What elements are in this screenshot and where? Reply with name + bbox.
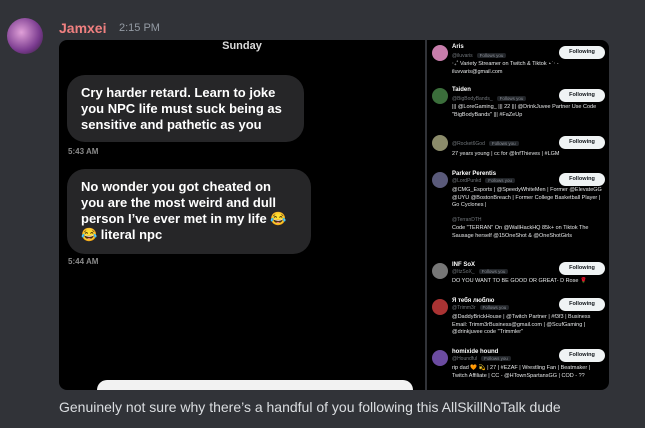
chat-bubble: Cry harder retard. Learn to joke you NPC…	[67, 75, 304, 142]
account-avatar	[432, 135, 448, 151]
account-name: Parker Perentis	[452, 171, 497, 177]
account-bio: ‧₊˚ Variety Streamer on Twitch & Tiktok …	[452, 61, 559, 75]
follows-you-badge: Follows you	[479, 305, 510, 310]
account-avatar	[432, 299, 448, 315]
message-text: Genuinely not sure why there’s a handful…	[59, 399, 561, 415]
following-account: Parker Perentis @LordPunkd Follows you Fo…	[427, 170, 609, 215]
following-button: Following	[559, 136, 605, 149]
following-account: @TerranDTH Code "TERRAN" On @WallHackHQ …	[427, 217, 609, 255]
follows-you-badge: Follows you	[496, 96, 527, 101]
account-avatar	[432, 350, 448, 366]
follows-you-badge: Follows you	[476, 53, 507, 58]
follows-you-badge: Follows you	[478, 269, 509, 274]
following-account: Я тебя люблю @Trimm3r Follows you Followi…	[427, 297, 609, 343]
account-handle: @BigBodyBands_ Follows you	[452, 96, 527, 102]
chat-screenshot-attachment[interactable]: Sunday Cry harder retard. Learn to joke …	[59, 40, 425, 390]
account-bio: Code "TERRAN" On @WallHackHQ 85k+ on Tik…	[452, 225, 589, 239]
following-button: Following	[559, 173, 605, 186]
message-timestamp: 2:15 PM	[119, 22, 160, 34]
account-handle: @LordPunkd Follows you	[452, 178, 516, 184]
account-handle: @Rocket6God Follows you	[452, 141, 519, 147]
account-name: Я тебя люблю	[452, 298, 495, 304]
account-bio: @DaddyBrickHouse | @Twitch Partner | #f3…	[452, 314, 591, 335]
account-handle: @TerranDTH	[452, 217, 482, 223]
chat-input-bar	[97, 380, 413, 390]
following-account: INF SoX @ItzSoX_ Follows you Following DO…	[427, 261, 609, 291]
user-avatar[interactable]	[7, 18, 43, 54]
chat-bubble-time: 5:44 AM	[68, 257, 99, 266]
account-name: homixide hound	[452, 349, 499, 355]
username[interactable]: Jamxei	[59, 20, 106, 36]
following-button: Following	[559, 349, 605, 362]
following-account: Aris @iluvaris Follows you Following ‧₊˚ …	[427, 43, 609, 83]
account-avatar	[432, 263, 448, 279]
account-bio: @CMG_Esports | @SpeedyWhiteMen | Former …	[452, 187, 602, 208]
following-account: Taiden @BigBodyBands_ Follows you Followi…	[427, 86, 609, 132]
account-bio: ||| @LoreGaming_ ||| 22 ||| @DrinkJuvee …	[452, 104, 597, 118]
follows-you-badge: Follows you	[488, 141, 519, 146]
account-avatar	[432, 88, 448, 104]
following-list-screenshot-attachment[interactable]: Aris @iluvaris Follows you Following ‧₊˚ …	[427, 40, 609, 390]
following-button: Following	[559, 46, 605, 59]
following-button: Following	[559, 298, 605, 311]
account-handle: @iluvaris Follows you	[452, 53, 507, 59]
following-account: homixide hound @Houndful Follows you Foll…	[427, 348, 609, 390]
account-name: Aris	[452, 44, 464, 50]
following-account: @Rocket6God Follows you Following 27 year…	[427, 133, 609, 166]
chat-day-label: Sunday	[222, 40, 262, 52]
account-avatar	[432, 172, 448, 188]
account-name: INF SoX	[452, 262, 476, 268]
account-bio: rip dad 🧡 💫 | 27 | #EZAF | Wrestling Fan…	[452, 365, 591, 379]
account-bio: 27 years young | cc for @InfThieves | #L…	[452, 151, 560, 157]
account-handle: @ItzSoX_ Follows you	[452, 269, 509, 275]
chat-bubble: No wonder you got cheated on you are the…	[67, 169, 311, 254]
following-button: Following	[559, 89, 605, 102]
account-avatar	[432, 45, 448, 61]
account-handle: @Trimm3r Follows you	[452, 305, 510, 311]
following-button: Following	[559, 262, 605, 275]
account-bio: DO YOU WANT TO BE GOOD OR GREAT- D Rose …	[452, 278, 587, 284]
account-name: Taiden	[452, 87, 471, 93]
account-handle: @Houndful Follows you	[452, 356, 511, 362]
follows-you-badge: Follows you	[481, 356, 511, 361]
chat-bubble-time: 5:43 AM	[68, 147, 99, 156]
follows-you-badge: Follows you	[485, 178, 516, 183]
